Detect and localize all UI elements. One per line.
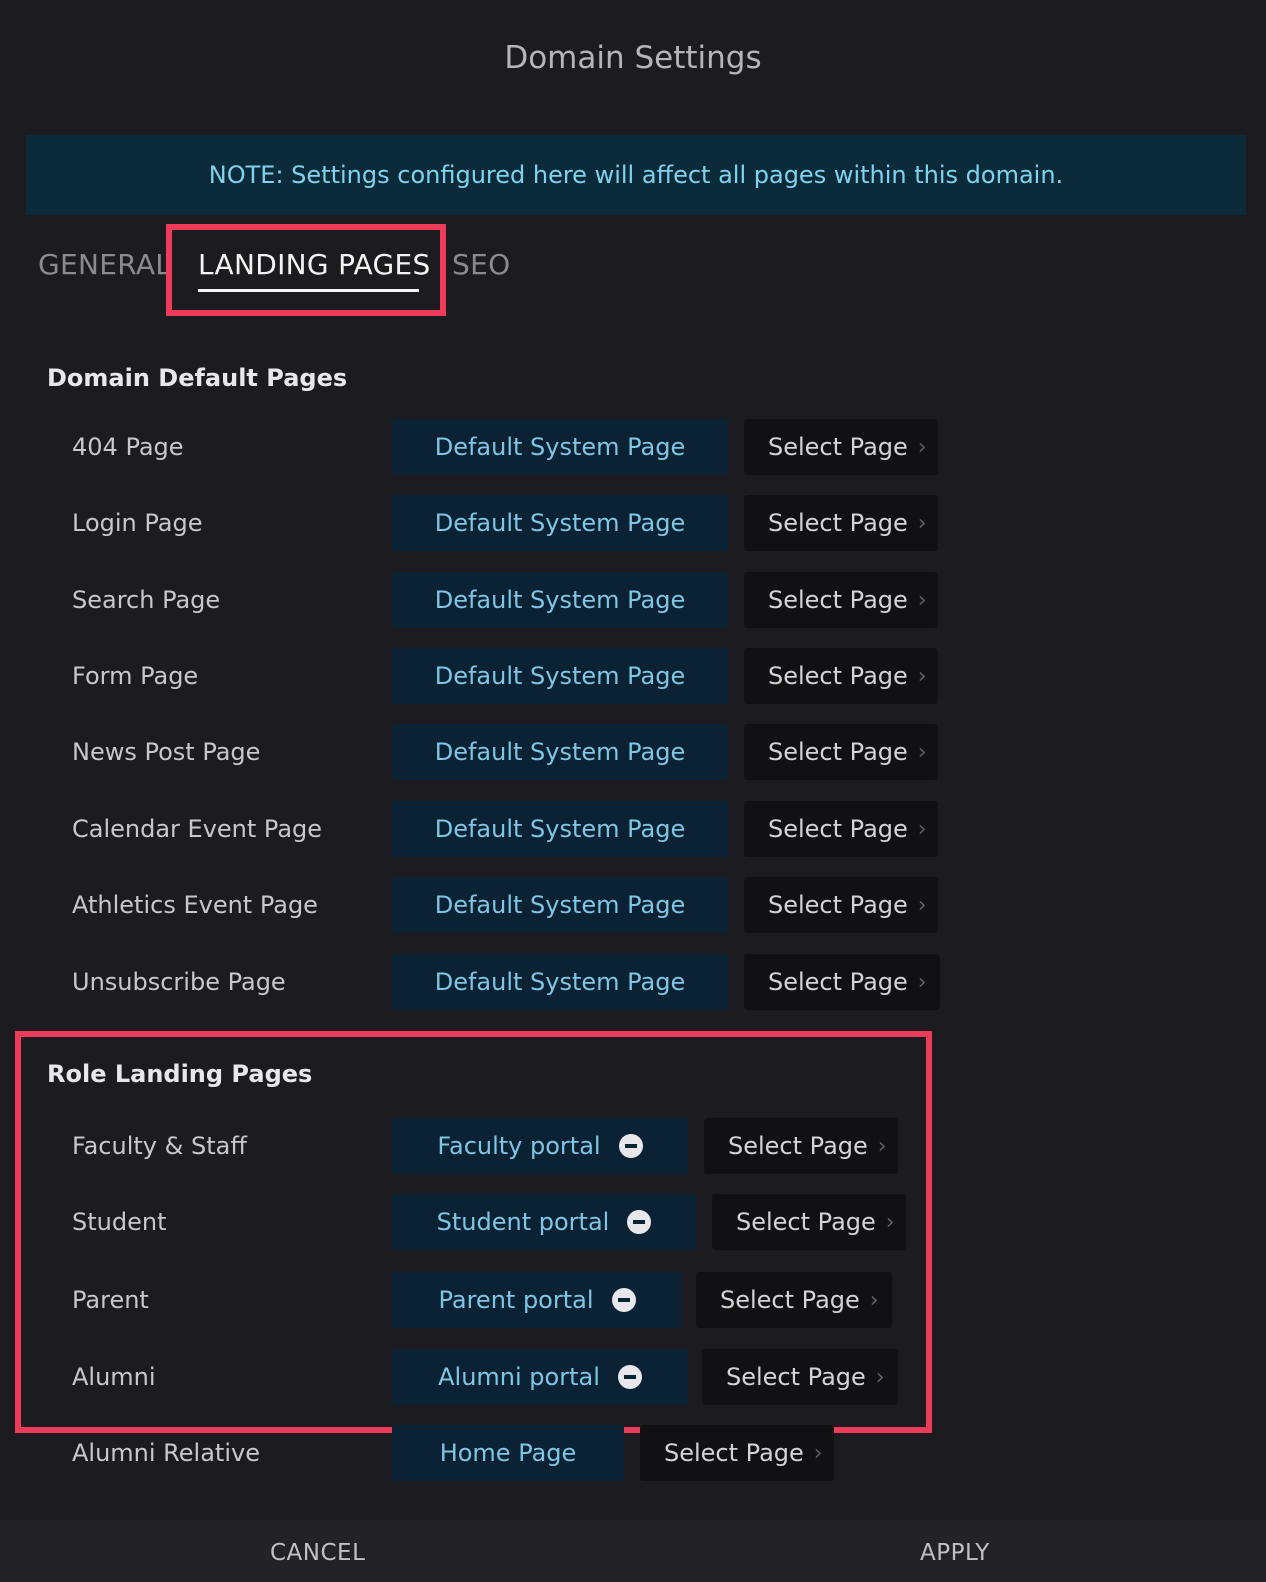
select-page-button[interactable]: Select Page › (744, 648, 938, 704)
select-page-button[interactable]: Select Page › (744, 724, 938, 780)
row-label: Form Page (72, 662, 199, 690)
dialog-title: Domain Settings (504, 40, 762, 76)
row-label: News Post Page (72, 738, 261, 766)
chevron-right-icon: › (917, 816, 927, 842)
row-label: Login Page (72, 509, 203, 537)
chevron-right-icon: › (917, 587, 927, 613)
select-page-button[interactable]: Select Page › (744, 801, 938, 857)
page-value[interactable]: Parent portal (392, 1272, 682, 1328)
select-page-button[interactable]: Select Page › (744, 495, 938, 551)
select-page-button[interactable]: Select Page › (696, 1272, 892, 1328)
remove-icon[interactable] (627, 1210, 652, 1234)
select-page-button[interactable]: Select Page › (744, 419, 938, 475)
row-label: Parent (72, 1286, 149, 1314)
page-value[interactable]: Student portal (392, 1194, 696, 1250)
select-page-button[interactable]: Select Page › (744, 954, 940, 1010)
select-page-button[interactable]: Select Page › (712, 1194, 906, 1250)
tab-landing-pages[interactable]: LANDING PAGES (198, 248, 431, 281)
cancel-button[interactable]: CANCEL (270, 1540, 365, 1566)
chevron-right-icon: › (813, 1440, 823, 1466)
select-page-button[interactable]: Select Page › (640, 1425, 834, 1481)
chevron-right-icon: › (917, 434, 927, 460)
section-domain-default-pages: Domain Default Pages (47, 364, 348, 392)
row-label: Alumni (72, 1363, 156, 1391)
row-label: Athletics Event Page (72, 891, 318, 919)
row-label: Calendar Event Page (72, 815, 323, 843)
chevron-right-icon: › (917, 892, 927, 918)
chevron-right-icon: › (885, 1209, 895, 1235)
select-page-button[interactable]: Select Page › (704, 1118, 898, 1174)
remove-icon[interactable] (617, 1365, 642, 1389)
chevron-right-icon: › (917, 739, 927, 765)
page-value[interactable]: Default System Page (392, 954, 728, 1010)
page-value[interactable]: Default System Page (392, 724, 728, 780)
row-label: Student (72, 1208, 167, 1236)
dialog-footer (0, 1520, 1266, 1582)
select-page-button[interactable]: Select Page › (744, 877, 938, 933)
row-label: 404 Page (72, 433, 184, 461)
chevron-right-icon: › (877, 1133, 887, 1159)
remove-icon[interactable] (611, 1288, 636, 1312)
page-value[interactable]: Default System Page (392, 877, 728, 933)
row-label: Search Page (72, 586, 221, 614)
note-text: NOTE: Settings configured here will affe… (208, 161, 1064, 189)
chevron-right-icon: › (869, 1287, 879, 1313)
row-label: Unsubscribe Page (72, 968, 286, 996)
page-value[interactable]: Faculty portal (392, 1118, 688, 1174)
page-value[interactable]: Home Page (392, 1425, 624, 1481)
chevron-right-icon: › (917, 969, 927, 995)
tab-seo[interactable]: SEO (452, 248, 510, 281)
select-page-button[interactable]: Select Page › (744, 572, 938, 628)
page-value[interactable]: Default System Page (392, 495, 728, 551)
remove-icon[interactable] (618, 1134, 643, 1158)
active-tab-underline (198, 289, 419, 292)
chevron-right-icon: › (917, 663, 927, 689)
page-value[interactable]: Default System Page (392, 648, 728, 704)
page-value[interactable]: Alumni portal (392, 1349, 688, 1405)
page-value[interactable]: Default System Page (392, 572, 728, 628)
row-label: Faculty & Staff (72, 1132, 247, 1160)
tab-general[interactable]: GENERAL (38, 248, 171, 281)
note-banner: NOTE: Settings configured here will affe… (26, 135, 1246, 215)
chevron-right-icon: › (917, 510, 927, 536)
apply-button[interactable]: APPLY (920, 1540, 990, 1566)
page-value[interactable]: Default System Page (392, 419, 728, 475)
page-value[interactable]: Default System Page (392, 801, 728, 857)
row-label: Alumni Relative (72, 1439, 260, 1467)
section-role-landing-pages: Role Landing Pages (47, 1060, 313, 1088)
chevron-right-icon: › (875, 1364, 885, 1390)
select-page-button[interactable]: Select Page › (702, 1349, 898, 1405)
